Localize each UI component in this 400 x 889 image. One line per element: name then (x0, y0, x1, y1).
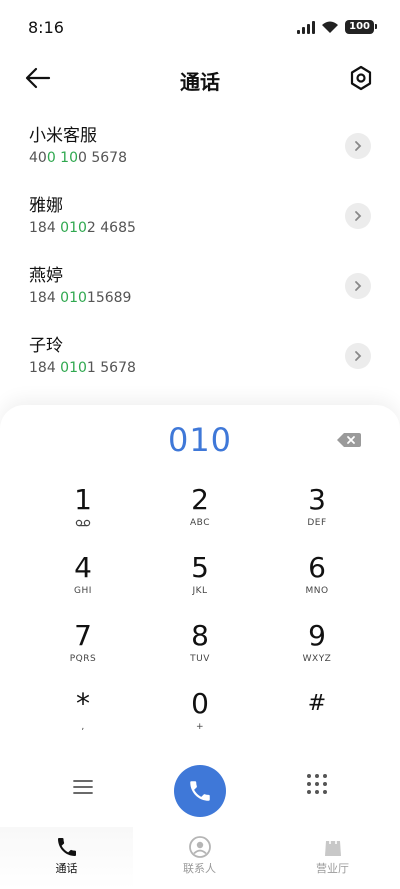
contact-person-icon (188, 836, 211, 858)
key-letters: DEF (307, 518, 327, 528)
key-digit: 9 (308, 619, 326, 652)
keypad-toggle-button[interactable] (305, 772, 329, 796)
key-6[interactable]: 6 MNO (277, 551, 357, 613)
contact-number: 400 100 5678 (29, 148, 400, 168)
menu-button[interactable] (70, 776, 96, 798)
contact-item[interactable]: 燕婷 184 01015689 (0, 258, 400, 328)
number-match: 010 (60, 360, 87, 376)
key-star[interactable]: * , (43, 687, 123, 749)
key-letters: JKL (192, 586, 208, 596)
key-9[interactable]: 9 WXYZ (277, 619, 357, 681)
contact-item[interactable]: 小米客服 400 100 5678 (0, 118, 400, 188)
phone-icon (57, 838, 76, 856)
bottom-tab-bar: 通话 联系人 营业厅 (0, 827, 400, 889)
contact-details-button[interactable] (345, 343, 371, 369)
contact-number: 184 0102 4685 (29, 218, 400, 238)
key-letters: , (81, 722, 85, 732)
key-2[interactable]: 2 ABC (160, 483, 240, 545)
key-0[interactable]: 0 + (160, 687, 240, 749)
chevron-right-icon (355, 281, 362, 291)
key-digit: 0 (191, 687, 209, 720)
call-button[interactable] (174, 765, 226, 817)
contact-details-button[interactable] (345, 203, 371, 229)
key-digit: 5 (191, 551, 209, 584)
page-title: 通话 (180, 70, 220, 94)
chevron-right-icon (355, 211, 362, 221)
number-match: 010 (60, 290, 87, 306)
tab-label: 营业厅 (316, 862, 349, 875)
contact-suggestions: 小米客服 400 100 5678 雅娜 184 0102 4685 燕婷 18… (0, 118, 400, 398)
key-letters: TUV (190, 654, 210, 664)
header: 通话 (0, 56, 400, 102)
number-match: 010 (60, 220, 87, 236)
contact-item[interactable]: 雅娜 184 0102 4685 (0, 188, 400, 258)
number-part: 15689 (86, 290, 132, 306)
key-digit: 2 (191, 483, 209, 516)
number-match: 0 10 (46, 150, 78, 166)
number-part: 0 5678 (78, 150, 127, 166)
contact-details-button[interactable] (345, 273, 371, 299)
tab-label: 联系人 (183, 862, 216, 875)
key-hash[interactable]: # (277, 687, 357, 749)
key-digit: 1 (74, 483, 92, 516)
key-digit: 8 (191, 619, 209, 652)
key-letters: WXYZ (302, 654, 332, 664)
number-part: 184 (29, 360, 61, 376)
key-1[interactable]: 1 (43, 483, 123, 545)
key-digit: * (76, 687, 90, 720)
key-digit: 4 (74, 551, 92, 584)
gear-hexagon-icon (350, 65, 372, 91)
contact-number: 184 0101 5678 (29, 358, 400, 378)
back-button[interactable] (24, 64, 56, 92)
number-part: 40 (29, 150, 47, 166)
key-letters: GHI (74, 586, 92, 596)
key-digit: 7 (74, 619, 92, 652)
key-4[interactable]: 4 GHI (43, 551, 123, 613)
key-7[interactable]: 7 PQRS (43, 619, 123, 681)
signal-icon (297, 20, 316, 34)
voicemail-icon (75, 519, 91, 527)
shopping-bag-icon (324, 837, 341, 856)
status-bar: 8:16 100 (0, 0, 400, 56)
chevron-right-icon (355, 141, 362, 151)
menu-icon (73, 780, 93, 794)
key-letters: MNO (305, 586, 329, 596)
key-letters: ABC (190, 518, 210, 528)
number-part: 184 (29, 220, 61, 236)
key-3[interactable]: 3 DEF (277, 483, 357, 545)
backspace-icon (337, 433, 361, 447)
settings-button[interactable] (348, 64, 374, 92)
tab-contacts[interactable]: 联系人 (133, 827, 266, 889)
dots-grid-icon (307, 774, 327, 794)
backspace-button[interactable] (336, 431, 362, 449)
contact-item[interactable]: 子玲 184 0101 5678 (0, 328, 400, 398)
key-digit: 6 (308, 551, 326, 584)
tab-service-hall[interactable]: 营业厅 (266, 827, 399, 889)
arrow-left-icon (25, 67, 51, 89)
contact-details-button[interactable] (345, 133, 371, 159)
number-part: 2 4685 (86, 220, 136, 236)
dialer-panel: 010 1 2 ABC 3 DEF 4 GHI 5 JKL 6 MNO 7 PQ… (0, 405, 400, 889)
key-8[interactable]: 8 TUV (160, 619, 240, 681)
number-part: 184 (29, 290, 61, 306)
key-digit: 3 (308, 483, 326, 516)
key-letters: + (195, 722, 205, 732)
chevron-right-icon (355, 351, 362, 361)
number-part: 1 5678 (86, 360, 136, 376)
key-digit: # (307, 691, 327, 716)
contact-number: 184 01015689 (29, 288, 400, 308)
key-letters: PQRS (69, 654, 97, 664)
battery-icon: 100 (345, 20, 377, 34)
tab-label: 通话 (55, 862, 78, 875)
tab-calls[interactable]: 通话 (0, 827, 133, 889)
dialer-actions (0, 762, 400, 822)
status-icons: 100 (297, 20, 377, 34)
phone-icon (190, 781, 210, 801)
wifi-icon (322, 21, 339, 33)
status-time: 8:16 (28, 18, 64, 37)
key-5[interactable]: 5 JKL (160, 551, 240, 613)
